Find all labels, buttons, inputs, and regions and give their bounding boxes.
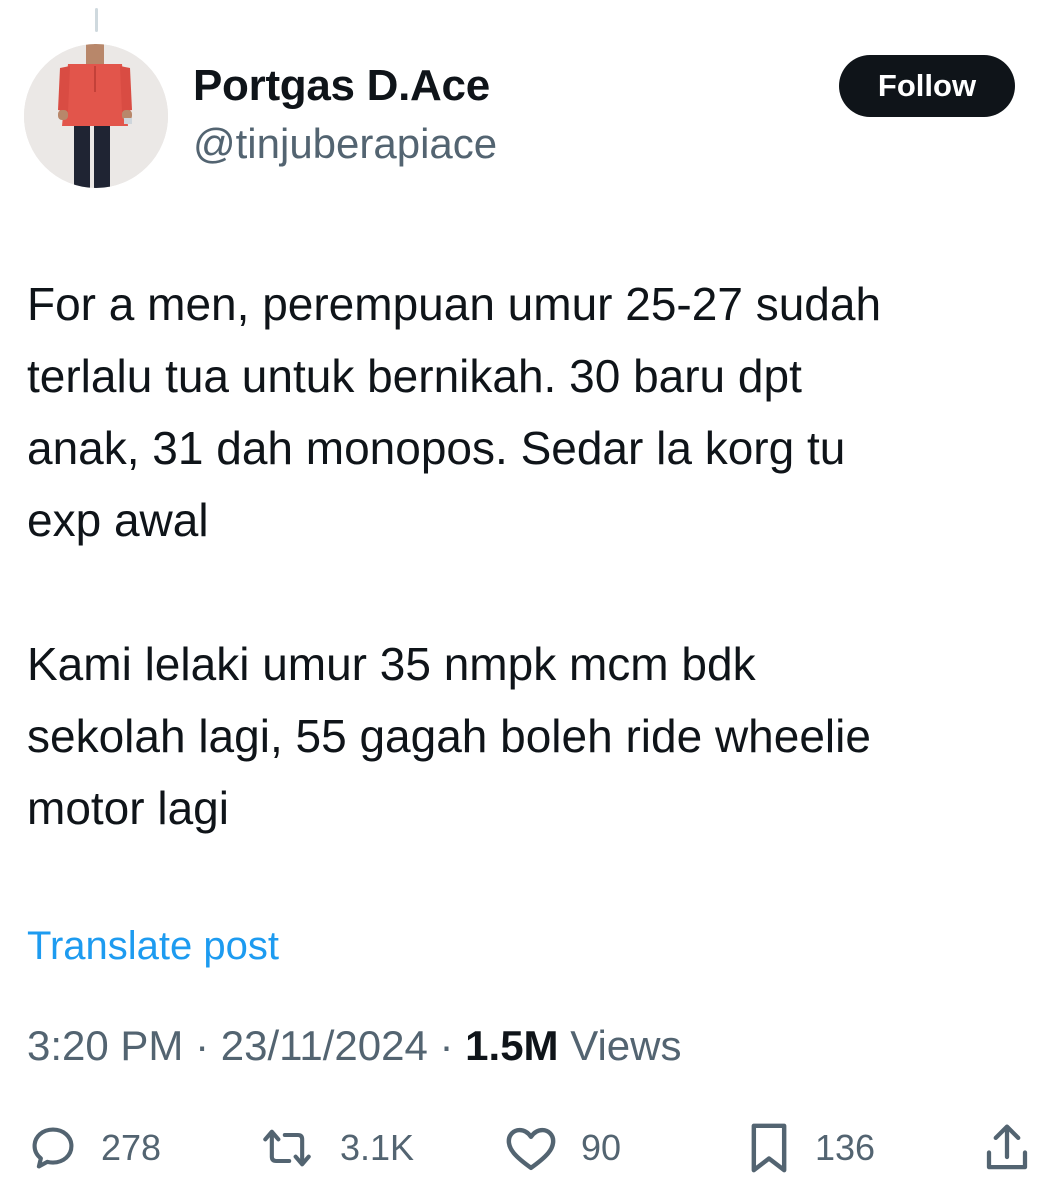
reply-count: 278 (101, 1127, 162, 1168)
tweet-metadata: 3:20 PM · 23/11/2024 · 1.5M Views (27, 1018, 682, 1074)
reply-icon (32, 1127, 74, 1169)
author-display-name[interactable]: Portgas D.Ace (193, 60, 497, 112)
author-block: Portgas D.Ace @tinjuberapiace (193, 60, 497, 170)
thread-connector-line (95, 8, 98, 32)
meta-separator: · (427, 1022, 466, 1069)
tweet-time[interactable]: 3:20 PM (27, 1022, 183, 1069)
reply-button[interactable]: 278 (27, 1112, 161, 1184)
translate-post-link[interactable]: Translate post (27, 918, 279, 974)
like-button[interactable]: 90 (503, 1112, 621, 1184)
tweet-text: For a men, perempuan umur 25-27 sudah te… (27, 278, 882, 834)
meta-separator: · (183, 1022, 221, 1069)
bookmark-button[interactable]: 136 (745, 1112, 875, 1184)
bookmark-count: 136 (815, 1127, 876, 1168)
tweet-date[interactable]: 23/11/2024 (221, 1022, 428, 1069)
action-bar: 278 3.1K 90 136 (0, 1112, 1060, 1184)
repost-icon (263, 1129, 311, 1167)
avatar[interactable] (24, 44, 168, 188)
author-handle[interactable]: @tinjuberapiace (193, 118, 497, 170)
like-icon (506, 1127, 556, 1171)
like-count: 90 (581, 1127, 622, 1168)
views-label: Views (558, 1022, 682, 1069)
follow-button[interactable]: Follow (839, 55, 1015, 117)
repost-button[interactable]: 3.1K (256, 1112, 414, 1184)
share-icon (986, 1124, 1028, 1170)
repost-count: 3.1K (340, 1127, 415, 1168)
bookmark-icon (751, 1123, 787, 1173)
share-button[interactable] (982, 1112, 1032, 1184)
views-count: 1.5M (465, 1022, 559, 1069)
profile-photo-icon (24, 44, 168, 188)
